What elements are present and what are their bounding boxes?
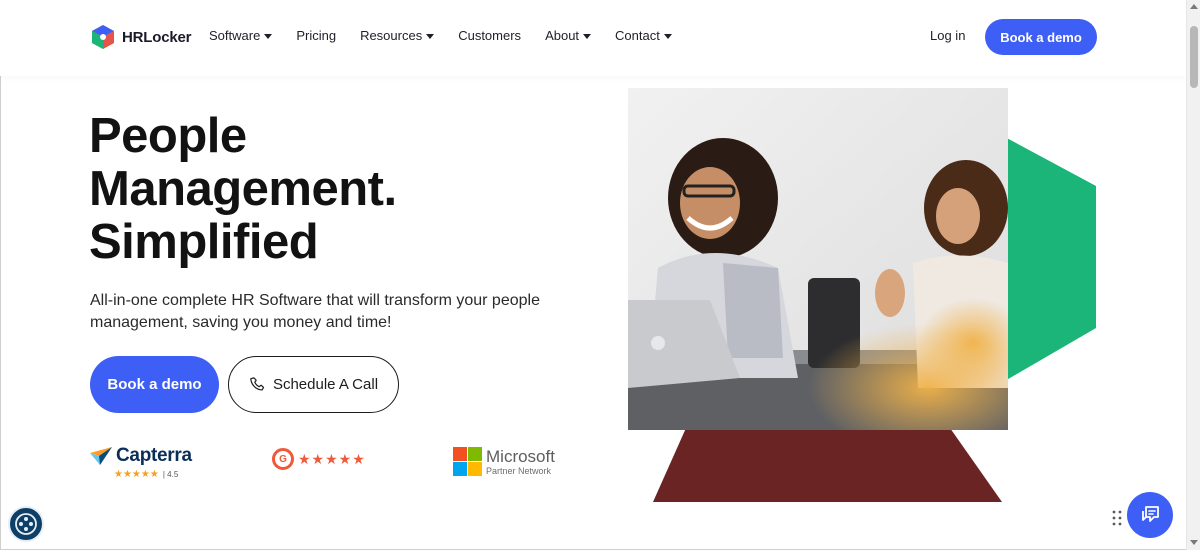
capterra-badge: Capterra ★★★★★ | 4.5 xyxy=(90,445,192,480)
brand-name: HRLocker xyxy=(122,28,192,46)
brand-logo[interactable]: HRLocker xyxy=(90,24,191,50)
hero-headline: People Management. Simplified xyxy=(89,110,397,269)
menu-item-label: Resources xyxy=(360,28,423,43)
accessibility-icon xyxy=(15,513,37,535)
capterra-score: | 4.5 xyxy=(162,470,179,479)
menu-item-label: Pricing xyxy=(296,28,337,43)
chevron-down-icon xyxy=(583,34,592,39)
hero-subtitle: All-in-one complete HR Software that wil… xyxy=(90,292,540,331)
menu-item-label: Software xyxy=(209,28,261,43)
capterra-arrow-icon xyxy=(90,447,112,465)
office-meeting-image xyxy=(628,88,1008,430)
book-demo-nav-button[interactable]: Book a demo xyxy=(985,19,1097,55)
menu-item-label: About xyxy=(545,28,580,43)
capterra-name: Capterra xyxy=(116,445,192,466)
star-rating-icon: ★★★★★ xyxy=(114,469,159,480)
accessibility-button[interactable] xyxy=(8,506,44,542)
menu-item-pricing[interactable]: Pricing xyxy=(296,28,336,43)
hero-artwork xyxy=(628,88,1098,508)
menu-item-resources[interactable]: Resources xyxy=(360,28,435,43)
main-menu: Software Pricing Resources Customers Abo… xyxy=(209,28,696,43)
top-navigation: HRLocker Software Pricing Resources Cust… xyxy=(0,0,1186,76)
scroll-up-icon[interactable] xyxy=(1190,4,1198,9)
page-scrollbar[interactable] xyxy=(1186,0,1200,550)
book-demo-button[interactable]: Book a demo xyxy=(90,356,219,413)
scrollbar-thumb[interactable] xyxy=(1190,26,1198,88)
scroll-down-icon[interactable] xyxy=(1190,540,1198,545)
capterra-rating: ★★★★★ | 4.5 xyxy=(114,469,178,480)
chevron-down-icon xyxy=(426,34,435,39)
capterra-score-value: 4.5 xyxy=(167,470,179,479)
menu-item-label: Contact xyxy=(615,28,660,43)
g2-logo-icon: G xyxy=(272,448,294,470)
microsoft-subtitle: Partner Network xyxy=(486,465,552,476)
hero-photo xyxy=(628,88,1008,430)
star-rating-icon: ★★★★★ xyxy=(298,450,366,467)
chevron-down-icon xyxy=(264,34,273,39)
menu-item-label: Customers xyxy=(458,28,522,43)
microsoft-title: Microsoft xyxy=(486,446,555,466)
g2-badge: G ★★★★★ xyxy=(272,448,366,470)
chevron-down-icon xyxy=(663,34,672,39)
menu-item-software[interactable]: Software xyxy=(209,28,273,43)
schedule-call-button[interactable]: Schedule A Call xyxy=(228,356,399,413)
chat-icon xyxy=(1142,506,1159,522)
drag-handle-icon[interactable] xyxy=(1112,510,1122,526)
headline-line: People xyxy=(89,109,247,163)
microsoft-logo-icon xyxy=(453,447,482,476)
menu-item-customers[interactable]: Customers xyxy=(458,28,521,43)
schedule-call-label: Schedule A Call xyxy=(272,376,379,393)
chat-button[interactable] xyxy=(1127,492,1173,538)
login-link[interactable]: Log in xyxy=(930,28,965,43)
hrlocker-logo-icon xyxy=(92,25,114,49)
headline-line: Simplified xyxy=(89,215,319,269)
menu-item-about[interactable]: About xyxy=(545,28,592,43)
menu-item-contact[interactable]: Contact xyxy=(615,28,672,43)
phone-icon xyxy=(250,376,265,391)
headline-line: Management. xyxy=(89,162,397,216)
microsoft-partner-badge: Microsoft Partner Network xyxy=(453,447,555,476)
